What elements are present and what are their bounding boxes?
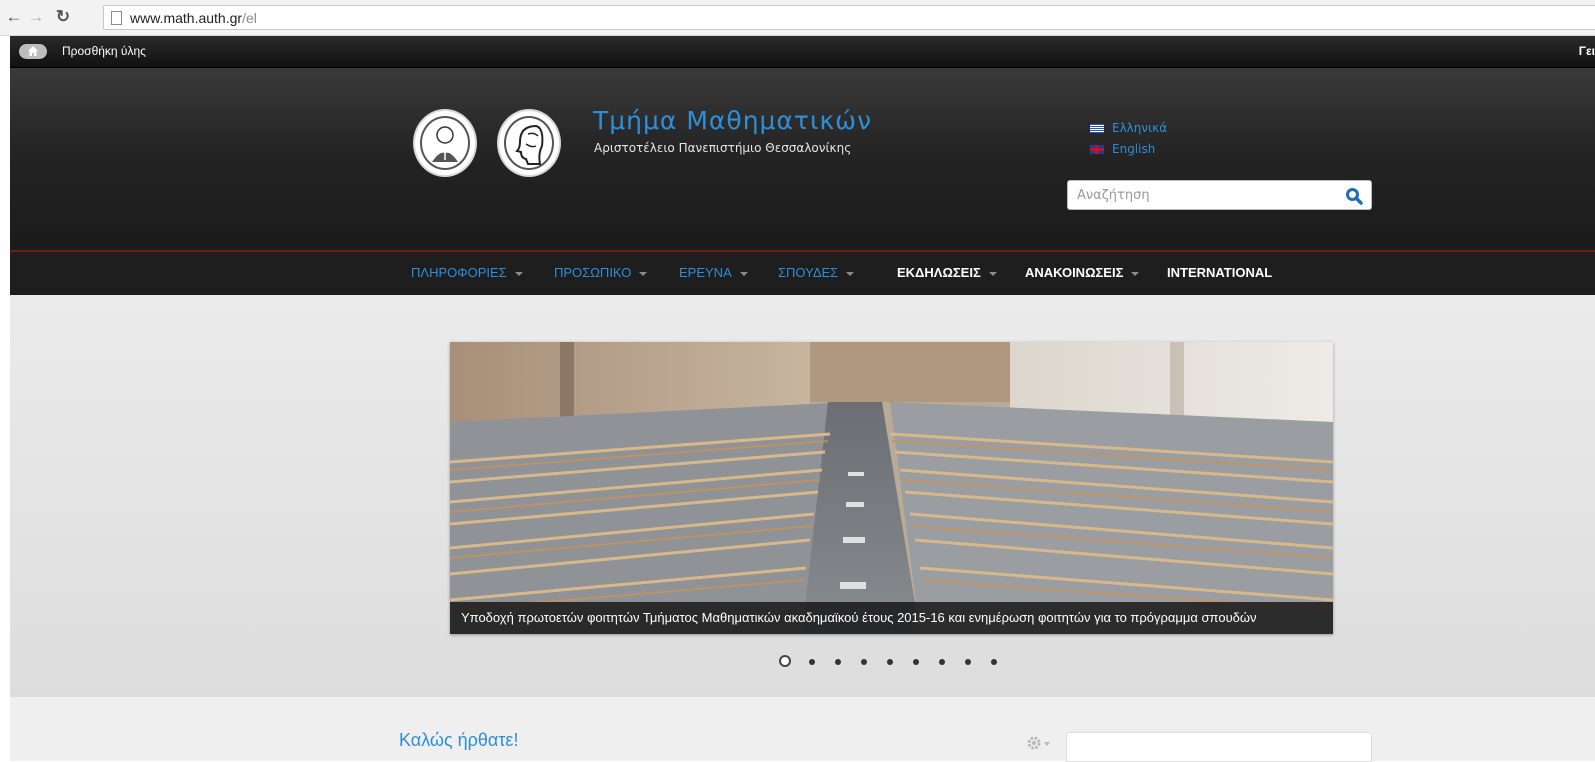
uk-flag-icon bbox=[1090, 145, 1104, 154]
language-greek-link[interactable]: Ελληνικά bbox=[1090, 121, 1167, 135]
caret-down-icon bbox=[639, 271, 648, 276]
slider-dot-6[interactable] bbox=[913, 659, 919, 665]
caret-down-icon bbox=[988, 271, 997, 276]
url-domain: www.math.auth.gr bbox=[130, 10, 243, 26]
main-content: Καλώς ήρθατε! bbox=[10, 697, 1595, 762]
slider-section: Υποδοχή πρωτοετών φοιτητών Τμήματος Μαθη… bbox=[10, 295, 1595, 697]
search-box bbox=[1067, 180, 1372, 210]
lecture-hall-photo bbox=[450, 342, 1333, 634]
welcome-heading[interactable]: Καλώς ήρθατε! bbox=[399, 730, 518, 751]
admin-toolbar: Προσθήκη ύλης Γει bbox=[10, 36, 1595, 68]
search-input[interactable] bbox=[1068, 181, 1338, 209]
language-label: English bbox=[1112, 142, 1156, 156]
browser-toolbar: ← → ↻ www.math.auth.gr/el bbox=[0, 0, 1595, 36]
sidebar-box bbox=[1066, 732, 1372, 762]
nav-item-announcements[interactable]: ΑΝΑΚΟΙΝΩΣΕΙΣ bbox=[1025, 265, 1140, 280]
caret-down-icon bbox=[739, 271, 748, 276]
slider-dot-8[interactable] bbox=[965, 659, 971, 665]
slider-dot-2[interactable] bbox=[809, 659, 815, 665]
seal-ring bbox=[420, 116, 470, 170]
nav-item-research[interactable]: ΕΡΕΥΝΑ bbox=[679, 265, 748, 280]
slider-dot-9[interactable] bbox=[991, 659, 997, 665]
slider-dot-5[interactable] bbox=[887, 659, 893, 665]
nav-label: ΣΠΟΥΔΕΣ bbox=[778, 265, 839, 280]
site-subtitle: Αριστοτέλειο Πανεπιστήμιο Θεσσαλονίκης bbox=[594, 141, 852, 155]
slider-dot-1[interactable] bbox=[779, 655, 791, 667]
nav-label: ΕΚΔΗΛΩΣΕΙΣ bbox=[897, 265, 981, 280]
university-seal-logo[interactable] bbox=[413, 109, 477, 177]
main-navigation: ΠΛΗΡΟΦΟΡΙΕΣ ΠΡΟΣΩΠΙΚΟ ΕΡΕΥΝΑ ΣΠΟΥΔΕΣ ΕΚΔ… bbox=[10, 250, 1595, 295]
caret-down-icon bbox=[514, 271, 523, 276]
reload-icon[interactable]: ↻ bbox=[53, 7, 73, 27]
nav-item-events[interactable]: ΕΚΔΗΛΩΣΕΙΣ bbox=[897, 265, 997, 280]
saint-figure-icon bbox=[432, 126, 458, 162]
caret-down-icon bbox=[846, 271, 855, 276]
address-bar[interactable]: www.math.auth.gr/el bbox=[103, 5, 1595, 30]
slider-dot-7[interactable] bbox=[939, 659, 945, 665]
nav-label: INTERNATIONAL bbox=[1167, 265, 1273, 280]
slider-dot-4[interactable] bbox=[861, 659, 867, 665]
slide-image[interactable]: Υποδοχή πρωτοετών φοιτητών Τμήματος Μαθη… bbox=[450, 342, 1333, 634]
language-english-link[interactable]: English bbox=[1090, 142, 1155, 156]
aristotle-profile-icon bbox=[515, 124, 544, 165]
nav-item-staff[interactable]: ΠΡΟΣΩΠΙΚΟ bbox=[554, 265, 648, 280]
language-label: Ελληνικά bbox=[1112, 121, 1168, 135]
caret-down-icon bbox=[1131, 271, 1140, 276]
slider-dot-3[interactable] bbox=[835, 659, 841, 665]
nav-label: ΠΡΟΣΩΠΙΚΟ bbox=[554, 265, 632, 280]
nav-label: ΑΝΑΚΟΙΝΩΣΕΙΣ bbox=[1025, 265, 1124, 280]
home-button[interactable] bbox=[19, 44, 47, 59]
site-header: Τμήμα Μαθηματικών Αριστοτέλειο Πανεπιστή… bbox=[10, 68, 1595, 250]
seal-ring bbox=[504, 116, 554, 170]
search-icon[interactable] bbox=[1345, 187, 1363, 205]
nav-item-international[interactable]: INTERNATIONAL bbox=[1167, 265, 1272, 280]
aristotle-seal-logo[interactable] bbox=[497, 109, 561, 177]
back-arrow-icon[interactable]: ← bbox=[4, 7, 24, 27]
greek-flag-icon bbox=[1090, 124, 1104, 133]
user-greeting[interactable]: Γει bbox=[1579, 44, 1595, 58]
nav-label: ΕΡΕΥΝΑ bbox=[679, 265, 732, 280]
url-text[interactable]: www.math.auth.gr/el bbox=[130, 10, 257, 26]
add-content-link[interactable]: Προσθήκη ύλης bbox=[62, 44, 146, 58]
forward-arrow-icon[interactable]: → bbox=[26, 7, 46, 27]
nav-label: ΠΛΗΡΟΦΟΡΙΕΣ bbox=[411, 265, 507, 280]
gear-icon[interactable] bbox=[1026, 735, 1052, 751]
slide-caption[interactable]: Υποδοχή πρωτοετών φοιτητών Τμήματος Μαθη… bbox=[450, 602, 1333, 634]
nav-item-info[interactable]: ΠΛΗΡΟΦΟΡΙΕΣ bbox=[411, 265, 523, 280]
nav-item-studies[interactable]: ΣΠΟΥΔΕΣ bbox=[778, 265, 855, 280]
page-icon bbox=[111, 11, 122, 25]
site-title[interactable]: Τμήμα Μαθηματικών bbox=[593, 106, 872, 135]
url-path: /el bbox=[242, 10, 257, 26]
home-icon bbox=[28, 46, 38, 56]
